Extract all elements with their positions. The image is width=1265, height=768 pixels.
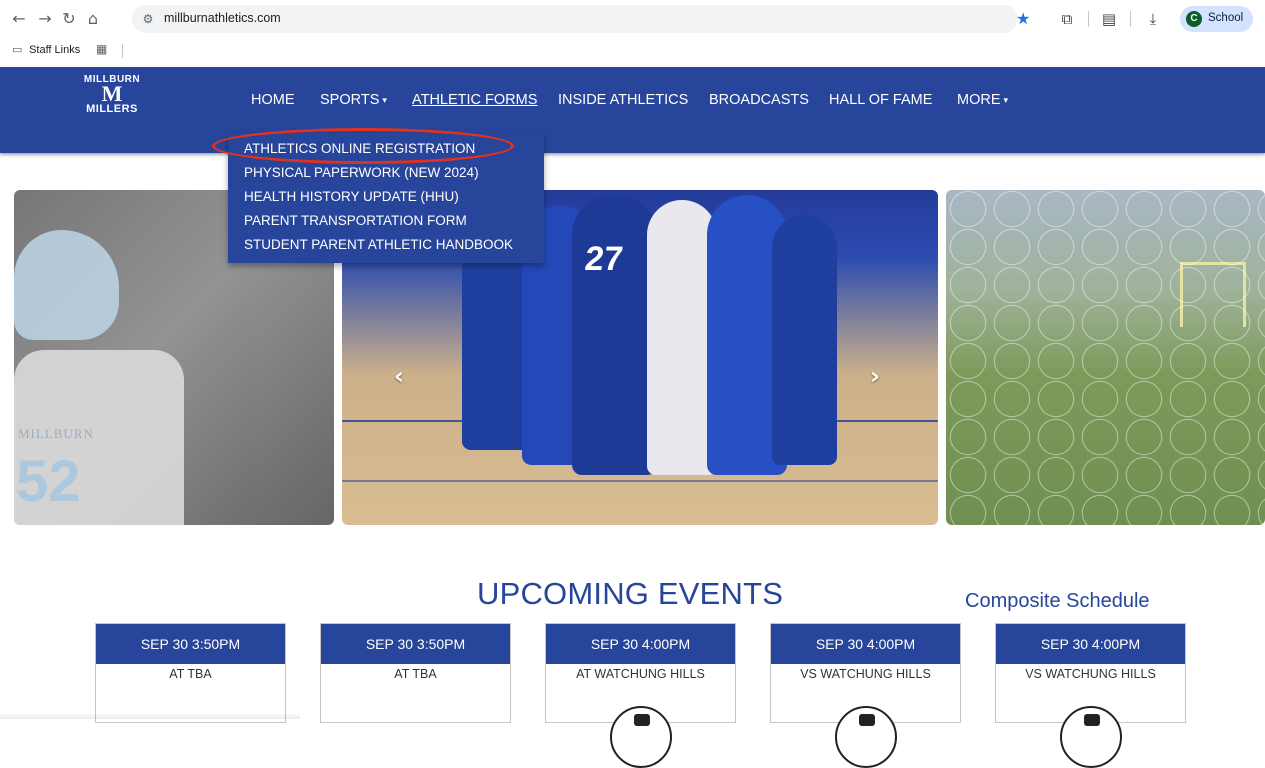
carousel-next-icon[interactable]: ›	[870, 362, 880, 390]
nav-broadcasts[interactable]: BROADCASTS	[709, 92, 809, 108]
event-card[interactable]: SEP 30 4:00PM VS WATCHUNG HILLS	[995, 623, 1186, 768]
home-icon[interactable]: ⌂	[84, 10, 102, 28]
event-card[interactable]: SEP 30 3:50PM AT TBA	[95, 623, 286, 723]
soccer-ball-icon	[1060, 706, 1122, 768]
forward-icon[interactable]: →	[36, 10, 54, 28]
dropdown-item-transportation-form[interactable]: PARENT TRANSPORTATION FORM	[244, 213, 467, 228]
reading-list-icon[interactable]: ▤	[1100, 10, 1118, 28]
carousel-prev-icon[interactable]: ‹	[394, 362, 404, 390]
reload-icon[interactable]: ↻	[60, 10, 78, 28]
net-overlay	[946, 190, 1265, 525]
court-line	[342, 480, 938, 482]
composite-schedule-link[interactable]: Composite Schedule	[965, 590, 1150, 613]
nav-athletic-forms[interactable]: ATHLETIC FORMS	[412, 92, 537, 108]
dropdown-item-health-history[interactable]: HEALTH HISTORY UPDATE (HHU)	[244, 189, 459, 204]
browser-toolbar: ← → ↻ ⌂ ⚙ millburnathletics.com ★ ⧉ ▤ ⤓ …	[0, 0, 1265, 38]
apps-grid-icon[interactable]: ▦	[96, 42, 107, 56]
back-icon[interactable]: ←	[10, 10, 28, 28]
event-date: SEP 30 3:50PM	[321, 624, 510, 664]
caret-down-icon: ▾	[382, 95, 387, 105]
download-icon[interactable]: ⤓	[1144, 10, 1162, 28]
profile-name: School	[1208, 12, 1244, 24]
highlight-annotation	[212, 128, 514, 164]
player-figure	[772, 215, 837, 465]
site-settings-icon[interactable]: ⚙	[140, 11, 156, 27]
upcoming-events-heading: UPCOMING EVENTS	[477, 576, 784, 611]
event-opponent: VS WATCHUNG HILLS	[800, 667, 931, 681]
jersey-text: MILLBURN	[18, 426, 94, 441]
bookmark-star-icon[interactable]: ★	[1016, 10, 1030, 28]
helmet-graphic	[14, 230, 119, 340]
nav-sports[interactable]: SPORTS ▾	[320, 92, 387, 108]
event-date: SEP 30 4:00PM	[996, 624, 1185, 664]
nav-inside-athletics[interactable]: INSIDE ATHLETICS	[558, 92, 688, 108]
profile-button[interactable]: C School	[1180, 6, 1253, 32]
soccer-ball-icon	[835, 706, 897, 768]
event-opponent: AT TBA	[169, 667, 212, 681]
event-opponent: AT WATCHUNG HILLS	[576, 667, 705, 681]
logo-bottom-text: MILLERS	[86, 103, 138, 115]
jersey-number: 52	[16, 449, 81, 514]
toolbar-divider	[1088, 11, 1089, 27]
bookmark-divider	[122, 44, 123, 58]
page-edge-shadow	[0, 713, 300, 719]
address-bar[interactable]: ⚙ millburnathletics.com	[132, 5, 1018, 33]
event-date: SEP 30 3:50PM	[96, 624, 285, 664]
bookmark-folder-label: Staff Links	[29, 44, 81, 56]
nav-home[interactable]: HOME	[251, 92, 295, 108]
site-logo[interactable]: MILLBURN M MILLERS	[76, 74, 148, 126]
event-card[interactable]: SEP 30 3:50PM AT TBA	[320, 623, 511, 723]
caret-down-icon: ▾	[1003, 95, 1009, 105]
dropdown-item-handbook[interactable]: STUDENT PARENT ATHLETIC HANDBOOK	[244, 237, 513, 252]
event-date: SEP 30 4:00PM	[771, 624, 960, 664]
event-card[interactable]: SEP 30 4:00PM AT WATCHUNG HILLS	[545, 623, 736, 768]
event-opponent: VS WATCHUNG HILLS	[1025, 667, 1156, 681]
event-card[interactable]: SEP 30 4:00PM VS WATCHUNG HILLS	[770, 623, 961, 768]
toolbar-divider	[1130, 11, 1131, 27]
site-header: MILLBURN M MILLERS HOME SPORTS ▾ ATHLETIC…	[0, 67, 1265, 153]
carousel-slide-soccer[interactable]	[946, 190, 1265, 525]
bookmark-folder-staff-links[interactable]: ▭ Staff Links	[12, 43, 80, 56]
nav-hall-of-fame[interactable]: HALL OF FAME	[829, 92, 932, 108]
logo-letter: M	[101, 81, 123, 106]
avatar: C	[1186, 11, 1202, 27]
soccer-ball-icon	[610, 706, 672, 768]
event-opponent: AT TBA	[394, 667, 437, 681]
url-text[interactable]: millburnathletics.com	[164, 11, 281, 25]
event-date: SEP 30 4:00PM	[546, 624, 735, 664]
nav-more[interactable]: MORE ▾	[957, 92, 1008, 108]
extensions-icon[interactable]: ⧉	[1058, 10, 1076, 28]
player-number: 27	[583, 240, 625, 278]
folder-icon: ▭	[12, 43, 23, 56]
player-figure	[572, 195, 657, 475]
dropdown-item-physical-paperwork[interactable]: PHYSICAL PAPERWORK (NEW 2024)	[244, 165, 479, 180]
bookmarks-bar: ▭ Staff Links ▦	[0, 38, 1265, 64]
